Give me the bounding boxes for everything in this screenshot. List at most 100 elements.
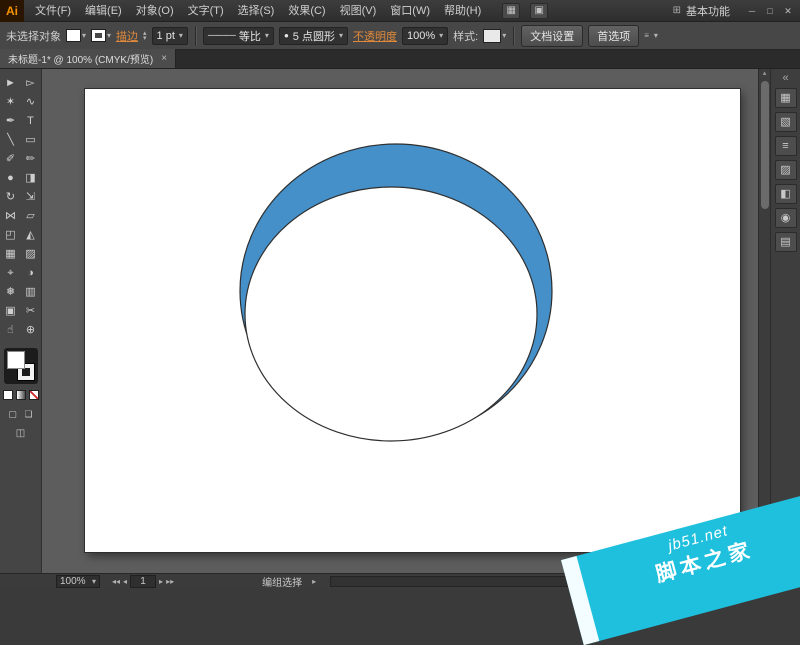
artboard[interactable] (85, 89, 740, 552)
vertical-scroll-thumb[interactable] (761, 81, 769, 209)
layers-panel-icon[interactable]: ▤ (775, 232, 797, 252)
color-panel-icon[interactable]: ▦ (775, 88, 797, 108)
vertical-scrollbar[interactable]: ▴ ▾ (758, 69, 770, 573)
draw-normal-icon[interactable]: ▢ (7, 408, 19, 420)
opacity-select[interactable]: 100% ▾ (402, 27, 448, 45)
gradient-tool[interactable]: ▨ (21, 245, 41, 264)
none-mode-button[interactable] (29, 390, 39, 400)
close-icon[interactable]: ✕ (780, 4, 796, 18)
menu-item-object[interactable]: 对象(O) (129, 0, 181, 22)
selection-status-label: 未选择对象 (6, 28, 61, 44)
workspace-switcher[interactable]: ⊞ 基本功能 (673, 3, 730, 19)
magic-wand-tool[interactable]: ✶ (1, 93, 21, 112)
stroke-width-select[interactable]: 1 pt ▾ (152, 27, 188, 45)
canvas-area[interactable]: ▴ ▾ (42, 69, 770, 573)
paintbrush-tool[interactable]: ✐ (1, 150, 21, 169)
style-swatch-select[interactable]: ▾ (483, 29, 506, 43)
draw-behind-icon[interactable]: ❏ (23, 408, 35, 420)
next-artboard-icon[interactable]: ▸ (159, 577, 163, 586)
eraser-tool[interactable]: ◨ (21, 169, 41, 188)
width-tool[interactable]: ⋈ (1, 207, 21, 226)
chevron-down-icon[interactable]: ▾ (654, 31, 658, 40)
more-options-icon[interactable]: ≡ (644, 31, 649, 40)
menu-item-type[interactable]: 文字(T) (181, 0, 231, 22)
zoom-value: 100% (60, 576, 86, 587)
stepper-down-icon[interactable]: ▾ (143, 36, 147, 41)
menubar-icons: ▦▣ (502, 3, 548, 19)
perspective-grid-tool[interactable]: ◭ (21, 226, 41, 245)
document-tab[interactable]: 未标题-1* @ 100% (CMYK/预览) × (0, 49, 176, 68)
collapse-dock-icon[interactable]: « (775, 72, 797, 84)
lasso-tool[interactable]: ∿ (21, 93, 41, 112)
separator (513, 26, 514, 46)
artboard-number-field[interactable]: 1 (130, 575, 156, 588)
direct-selection-tool[interactable]: ▻ (21, 74, 41, 93)
shape-builder-tool[interactable]: ◰ (1, 226, 21, 245)
scroll-up-icon[interactable]: ▴ (759, 69, 770, 79)
color-mode-button[interactable] (3, 390, 13, 400)
appearance-panel-icon[interactable]: ◉ (775, 208, 797, 228)
rotate-tool[interactable]: ↻ (1, 188, 21, 207)
selection-tool[interactable]: ► (1, 74, 21, 93)
fill-color-swatch[interactable]: ▾ (66, 29, 86, 42)
slice-tool[interactable]: ✂ (21, 302, 41, 321)
fill-color-indicator[interactable] (7, 351, 25, 369)
style-swatch-box (483, 29, 501, 43)
menu-item-view[interactable]: 视图(V) (333, 0, 384, 22)
symbol-sprayer-tool[interactable]: ❅ (1, 283, 21, 302)
menu-item-effect[interactable]: 效果(C) (281, 0, 332, 22)
pen-tool[interactable]: ✒ (1, 112, 21, 131)
last-artboard-icon[interactable]: ▸▸ (166, 577, 174, 586)
zoom-tool[interactable]: ⊕ (21, 321, 41, 340)
gradient-panel-icon[interactable]: ▨ (775, 160, 797, 180)
free-transform-tool[interactable]: ▱ (21, 207, 41, 226)
width-profile-select[interactable]: ——— 等比 ▾ (203, 27, 274, 45)
previous-artboard-icon[interactable]: ◂ (123, 577, 127, 586)
profile-value: 等比 (239, 28, 261, 44)
type-tool[interactable]: T (21, 112, 41, 131)
stroke-width-stepper[interactable]: ▴ ▾ (143, 31, 147, 41)
hand-tool[interactable]: ☝ (1, 321, 21, 340)
rectangle-tool[interactable]: ▭ (21, 131, 41, 150)
arrange-documents-icon[interactable]: ▦ (502, 3, 520, 19)
zoom-select[interactable]: 100% ▾ (56, 575, 100, 588)
menu-item-window[interactable]: 窗口(W) (383, 0, 437, 22)
transparency-panel-icon[interactable]: ◧ (775, 184, 797, 204)
screen-layout-icon[interactable]: ▣ (530, 3, 548, 19)
line-segment-tool[interactable]: ╲ (1, 131, 21, 150)
first-artboard-icon[interactable]: ◂◂ (112, 577, 120, 586)
fill-stroke-indicator[interactable] (4, 348, 38, 384)
stroke-panel-link[interactable]: 描边 (116, 28, 138, 44)
tab-close-icon[interactable]: × (161, 53, 167, 64)
color-guide-panel-icon[interactable]: ▧ (775, 112, 797, 132)
pencil-tool[interactable]: ✏ (21, 150, 41, 169)
opacity-panel-link[interactable]: 不透明度 (353, 28, 397, 44)
menu-item-help[interactable]: 帮助(H) (437, 0, 488, 22)
document-setup-button[interactable]: 文档设置 (521, 25, 583, 47)
stroke-color-box (91, 29, 106, 42)
restore-icon[interactable]: □ (762, 4, 778, 18)
stroke-panel-icon[interactable]: ≡ (775, 136, 797, 156)
profile-preview-icon: ——— (208, 30, 235, 41)
blend-tool[interactable]: ◑ (21, 264, 41, 283)
scale-tool[interactable]: ⇲ (21, 188, 41, 207)
blob-brush-tool[interactable]: ● (1, 169, 21, 188)
crescent-inner-ellipse[interactable] (245, 187, 537, 441)
screen-mode-icon[interactable]: ◫ (14, 428, 28, 440)
menu-item-select[interactable]: 选择(S) (231, 0, 282, 22)
main-area: ►▻✶∿✒T╲▭✐✏●◨↻⇲⋈▱◰◭▦▨⌖◑❅▥▣✂☝⊕ ▢ ❏ ◫ (0, 69, 800, 573)
preferences-button[interactable]: 首选项 (588, 25, 639, 47)
artboard-tool[interactable]: ▣ (1, 302, 21, 321)
gradient-mode-button[interactable] (16, 390, 26, 400)
document-tab-bar: 未标题-1* @ 100% (CMYK/预览) × (0, 50, 800, 69)
stroke-color-swatch[interactable]: ▾ (91, 29, 111, 42)
status-expand-icon[interactable]: ▸ (312, 577, 316, 586)
minimize-icon[interactable]: ─ (744, 4, 760, 18)
brush-definition-select[interactable]: ● 5 点圆形 ▾ (279, 27, 348, 45)
menu-item-file[interactable]: 文件(F) (28, 0, 78, 22)
menu-item-edit[interactable]: 编辑(E) (78, 0, 129, 22)
column-graph-tool[interactable]: ▥ (21, 283, 41, 302)
eyedropper-tool[interactable]: ⌖ (1, 264, 21, 283)
draw-mode-row: ▢ ❏ (7, 408, 35, 420)
mesh-tool[interactable]: ▦ (1, 245, 21, 264)
